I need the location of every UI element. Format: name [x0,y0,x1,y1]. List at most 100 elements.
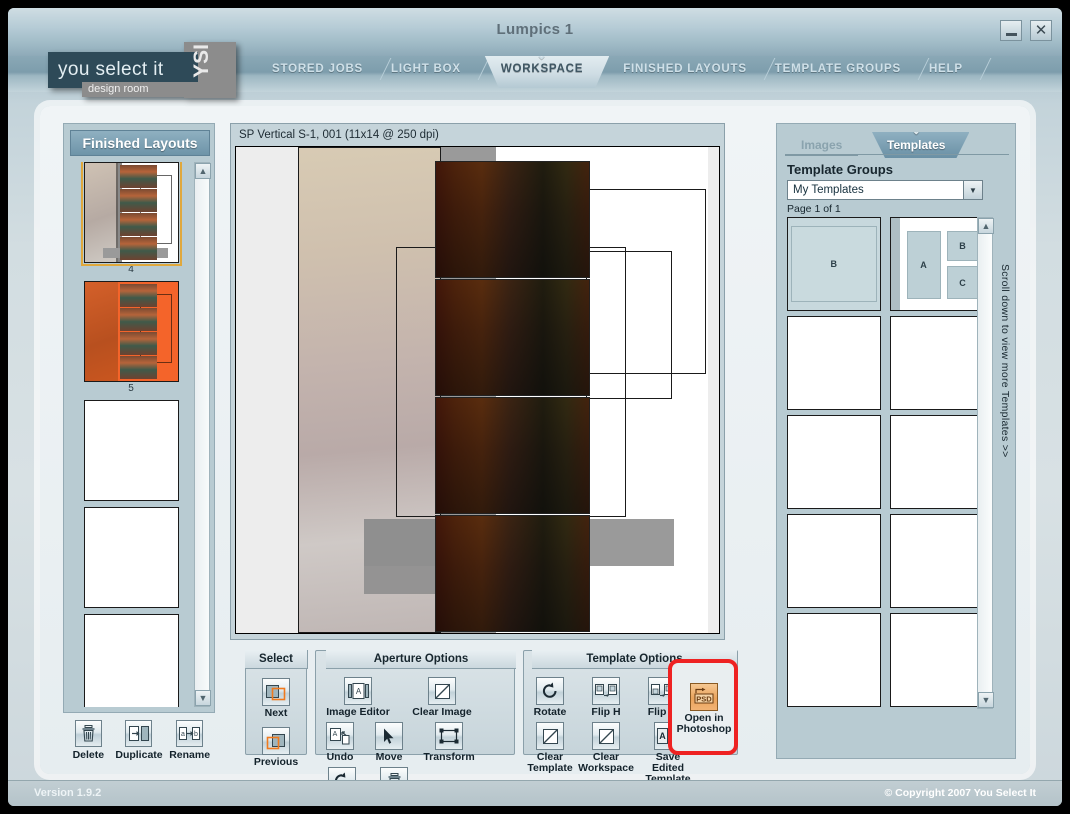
previous-aperture-icon [261,727,290,755]
clear-workspace-button[interactable]: Clear Workspace [578,720,634,785]
nav-tab-finished-layouts[interactable]: FINISHED LAYOUTS [609,56,761,81]
next-aperture-button[interactable]: Next [262,676,290,719]
clear-image-button[interactable]: Clear Image [405,675,479,718]
copyright-label: © Copyright 2007 You Select It [884,787,1036,799]
scroll-up-icon[interactable]: ▲ [978,218,994,234]
aperture-label: B [946,231,979,261]
chevron-down-icon: ⌄ [911,123,922,137]
move-button[interactable]: Move [369,720,409,763]
button-label: Flip H [591,706,621,718]
template-cell[interactable]: A B C [889,217,983,311]
image-editor-icon: A [344,677,372,705]
thumb-photo [119,164,158,188]
button-label: Clear Image [412,706,472,718]
canvas-photo[interactable] [435,161,590,278]
rotate-icon [536,677,564,705]
duplicate-layout-button[interactable]: Duplicate [115,720,163,761]
rotate-template-button[interactable]: Rotate [528,675,572,718]
image-editor-button[interactable]: A Image Editor [320,675,396,718]
open-in-photoshop-button[interactable]: PSD Open in Photoshop [676,681,732,735]
chevron-down-icon[interactable]: ▼ [963,180,983,200]
layout-thumbnail[interactable] [83,614,179,707]
footer-bar: Version 1.9.2 © Copyright 2007 You Selec… [8,780,1062,806]
close-button[interactable]: ✕ [1030,20,1052,41]
list-item[interactable]: 5 [70,281,192,394]
button-label: Transform [423,751,475,763]
scroll-up-icon[interactable]: ▲ [195,163,211,179]
template-cell[interactable] [787,613,881,707]
nav-tabs: STORED JOBS LIGHT BOX ⌄ WORKSPACE FINISH… [258,56,977,92]
undo-button[interactable]: A Undo [320,720,360,763]
template-cell[interactable] [787,514,881,608]
previous-aperture-button[interactable]: Previous [254,725,298,768]
list-item-caption: 4 [128,264,134,275]
list-item[interactable]: 4 [70,162,192,275]
clear-workspace-icon [592,722,620,750]
button-label: Open in Photoshop [676,712,732,735]
rename-layout-button[interactable]: a b Rename [169,720,211,761]
canvas-photo[interactable] [435,397,590,514]
aperture-label: B [830,259,838,269]
template-cell[interactable] [889,514,983,608]
template-groups-label: Template Groups [787,162,893,177]
template-cell[interactable] [787,316,881,410]
workspace-canvas[interactable] [235,146,720,634]
photo-stack[interactable] [435,161,590,633]
transform-button[interactable]: Transform [418,720,480,763]
logo-tagline: you select it [58,59,164,80]
scroll-down-icon[interactable]: ▼ [978,692,994,708]
nav-tab-label: WORKSPACE [500,63,584,75]
move-cursor-icon [375,722,403,750]
button-label: Next [264,707,288,719]
layout-thumbnail[interactable] [83,507,179,608]
window-controls: ✕ [1000,20,1052,41]
layout-thumbnail[interactable] [83,400,179,501]
button-label: Clear Template [527,751,573,774]
list-item[interactable] [70,507,192,608]
aperture-outline[interactable] [586,251,672,399]
nav-tab-help[interactable]: HELP [915,56,977,81]
button-label: Delete [72,749,105,761]
next-aperture-icon [262,678,290,706]
templates-scrollbar[interactable]: ▲ ▼ [977,217,994,709]
tab-divider [785,154,1009,155]
minimize-button[interactable] [1000,20,1022,41]
list-item[interactable] [70,400,192,501]
clear-template-button[interactable]: Clear Template [527,720,573,785]
template-cell[interactable] [889,613,983,707]
template-options-toolgroup: Template Options Rotate Flip H Flip V Cl… [523,650,738,806]
nav-tab-stored-jobs[interactable]: STORED JOBS [258,56,377,81]
tab-images[interactable]: Images [785,134,859,156]
psd-icon: PSD [690,683,718,711]
delete-layout-button[interactable]: Delete [67,720,109,761]
nav-tab-workspace[interactable]: ⌄ WORKSPACE [475,56,609,88]
template-group-select[interactable]: My Templates [787,180,977,200]
button-label: Image Editor [326,706,390,718]
template-cell[interactable] [889,415,983,509]
canvas-photo[interactable] [435,279,590,396]
tab-label: Templates [887,138,946,152]
canvas-photo[interactable] [435,515,590,632]
layout-thumbnail[interactable] [80,162,182,266]
thumb-photo [119,332,158,356]
version-label: Version 1.9.2 [34,787,102,799]
thumb-photo [119,237,158,261]
finished-layouts-scrollbar[interactable]: ▲ ▼ [194,162,211,707]
flip-horizontal-button[interactable]: Flip H [584,675,628,718]
template-cell[interactable] [787,415,881,509]
nav-tab-label: HELP [928,62,963,75]
button-label: Move [375,751,403,763]
nav-tab-label: FINISHED LAYOUTS [623,62,747,75]
nav-tab-light-box[interactable]: LIGHT BOX [377,56,475,81]
aperture-options-title: Aperture Options [326,650,516,669]
template-cell[interactable]: B [787,217,881,311]
layout-thumbnail[interactable] [83,281,179,382]
transform-icon [435,722,463,750]
template-grid: B A B C [787,217,983,707]
thumb-photo [119,283,158,307]
template-cell[interactable] [889,316,983,410]
list-item[interactable] [70,614,192,707]
scroll-down-icon[interactable]: ▼ [195,690,211,706]
svg-text:A: A [355,687,361,696]
nav-tab-template-groups[interactable]: TEMPLATE GROUPS [761,56,915,81]
